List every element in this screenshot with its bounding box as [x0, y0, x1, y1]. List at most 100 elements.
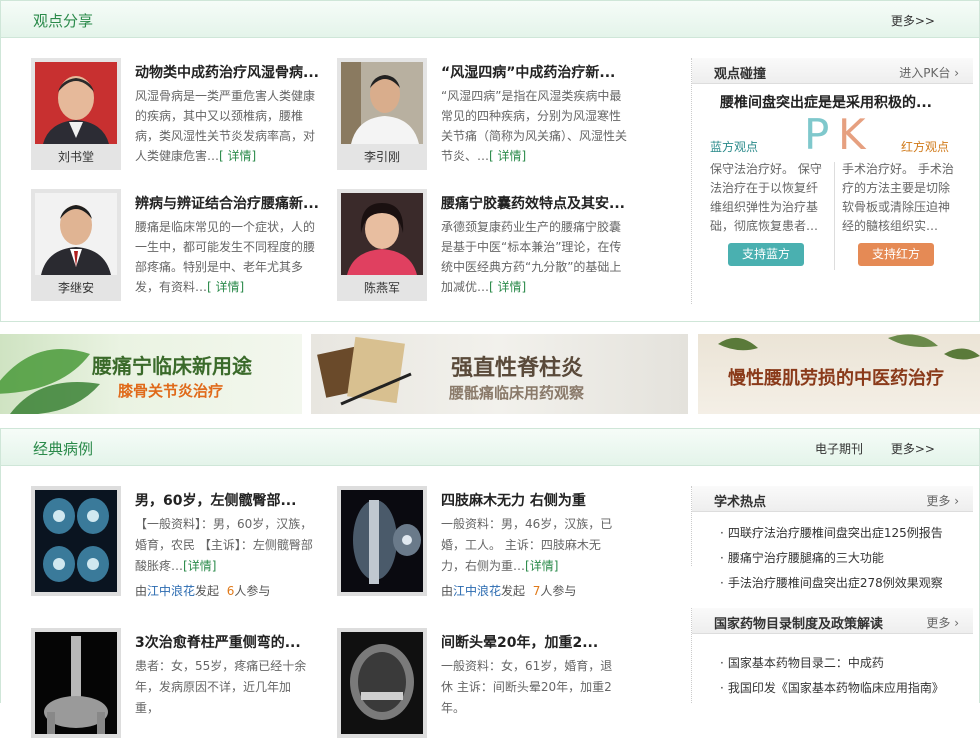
cases-section: 经典病例 电子期刊 更多>> 男，60岁，左侧髋臀部... 【一般资料】：男，6…: [0, 428, 980, 738]
card-summary: 承德颈复康药业生产的腰痛宁胶囊是基于中医“标本兼治”理论，在传统中医经典方药“九…: [441, 220, 622, 294]
banner-headline: 强直性脊柱炎: [451, 356, 584, 381]
case-summary: 【一般资料】：男，60岁，汉族，婚育，农民 【主诉】：左侧髋臀部酸胀疼…[详情]: [135, 517, 313, 573]
list-item[interactable]: 四联疗法治疗腰椎间盘突出症125例报告: [720, 524, 943, 549]
policy-header: 国家药物目录制度及政策解读 更多 ›: [692, 608, 973, 634]
detail-link[interactable]: [ 详情]: [489, 280, 526, 294]
viewpoint-header: 观点分享 更多>>: [1, 0, 979, 38]
list-item[interactable]: 国家基本药物目录二：中成药: [720, 654, 944, 679]
avatar[interactable]: 陈燕军: [337, 189, 427, 301]
portrait-image: [341, 62, 423, 144]
card-summary: “风湿四病”是指在风湿类疾病中最常见的四种疾病，分别为风湿寒性关节痛（简称为风关…: [441, 89, 628, 163]
hot-topics-title: 学术热点: [714, 495, 767, 510]
pk-question[interactable]: 腰椎间盘突出症是是采用积极的...: [720, 92, 970, 112]
case-item[interactable]: 间断头晕20年，加重2... 一般资料：女，61岁，婚育，退休 主诉：间断头晕2…: [337, 628, 637, 748]
list-item[interactable]: 手法治疗腰椎间盘突出症278例效果观察: [720, 574, 943, 599]
author-link[interactable]: 江中浪花: [453, 584, 501, 598]
policy-panel: 国家药物目录制度及政策解读 更多 › 国家基本药物目录二：中成药 我国印发《国家…: [691, 608, 973, 703]
card-title[interactable]: 动物类中成药治疗风湿骨病...: [135, 62, 335, 82]
viewpoint-card[interactable]: 李继安 辨病与辨证结合治疗腰痛新... 腰痛是临床常见的一个症状，人的一生中，都…: [31, 189, 331, 301]
portrait-image: [35, 193, 117, 275]
ejournal-link[interactable]: 电子期刊: [815, 440, 863, 457]
pk-k-letter: K: [838, 110, 866, 159]
pk-enter-link[interactable]: 进入PK台 ›: [899, 64, 959, 81]
red-side-argument: 手术治疗好。 手术治疗的方法主要是切除软骨板或清除压迫神经的髓核组织实…: [842, 162, 954, 233]
banner-headline: 慢性腰肌劳损的中医药治疗: [728, 368, 944, 389]
pk-title: 观点碰撞: [714, 67, 767, 82]
cases-title: 经典病例: [33, 440, 94, 458]
card-title[interactable]: “风湿四病”中成药治疗新...: [441, 62, 641, 82]
case-meta: 由江中浪花发起 7人参与: [441, 584, 577, 598]
case-title[interactable]: 男，60岁，左侧髋臀部...: [135, 490, 335, 510]
author-link[interactable]: 江中浪花: [147, 584, 195, 598]
hot-topics-more-link[interactable]: 更多 ›: [926, 492, 959, 509]
support-blue-button[interactable]: 支持蓝方: [728, 243, 804, 266]
viewpoint-section: 观点分享 更多>> 刘书堂 动物类中成药治疗风湿骨病... 风湿骨病是一类严重危…: [0, 0, 980, 322]
detail-link[interactable]: [ 详情]: [489, 149, 526, 163]
promo-banner[interactable]: 慢性腰肌劳损的中医药治疗: [698, 334, 980, 414]
viewpoint-card[interactable]: 刘书堂 动物类中成药治疗风湿骨病... 风湿骨病是一类严重危害人类健康的疾病，其…: [31, 58, 331, 170]
viewpoint-card[interactable]: 李引刚 “风湿四病”中成药治疗新... “风湿四病”是指在风湿类疾病中最常见的四…: [337, 58, 637, 170]
card-title[interactable]: 腰痛宁胶囊药效特点及其安...: [441, 193, 641, 213]
case-thumbnail[interactable]: [337, 486, 427, 596]
policy-title: 国家药物目录制度及政策解读: [714, 617, 884, 632]
case-title[interactable]: 间断头晕20年，加重2...: [441, 632, 641, 652]
case-item[interactable]: 男，60岁，左侧髋臀部... 【一般资料】：男，60岁，汉族，婚育，农民 【主诉…: [31, 486, 331, 606]
card-summary: 风湿骨病是一类严重危害人类健康的疾病，其中又以颈椎病，腰椎病，类风湿性关节炎发病…: [135, 89, 316, 163]
case-meta: 由江中浪花发起 6人参与: [135, 584, 271, 598]
viewpoint-card[interactable]: 陈燕军 腰痛宁胶囊药效特点及其安... 承德颈复康药业生产的腰痛宁胶囊是基于中医…: [337, 189, 637, 301]
cases-more-link[interactable]: 更多>>: [891, 440, 935, 457]
viewpoint-more-link[interactable]: 更多>>: [891, 12, 935, 29]
case-title[interactable]: 四肢麻木无力 右侧为重: [441, 490, 641, 510]
case-summary: 患者：女，55岁，疼痛已经十余年，发病原因不详，近几年加重，: [135, 659, 307, 715]
policy-more-link[interactable]: 更多 ›: [926, 614, 959, 631]
case-title[interactable]: 3次治愈脊柱严重侧弯的...: [135, 632, 335, 652]
banner-headline: 腰痛宁临床新用途: [92, 354, 252, 378]
banner-subline: 膝骨关节炎治疗: [118, 382, 224, 400]
pk-divider: [834, 162, 835, 270]
chevron-right-icon: ›: [954, 66, 959, 80]
ct-scan-image: [35, 490, 117, 592]
viewpoint-title: 观点分享: [33, 12, 94, 30]
detail-link[interactable]: [ 详情]: [219, 149, 256, 163]
case-thumbnail[interactable]: [31, 486, 121, 596]
pk-panel: 观点碰撞 进入PK台 › 腰椎间盘突出症是是采用积极的... P K 蓝方观点 …: [691, 58, 973, 304]
support-red-button[interactable]: 支持红方: [858, 243, 934, 266]
banner-subline: 腰骶痛临床用药观察: [449, 384, 585, 402]
expert-name: 李继安: [57, 281, 94, 295]
case-thumbnail[interactable]: [31, 628, 121, 738]
hot-topics-panel: 学术热点 更多 › 四联疗法治疗腰椎间盘突出症125例报告 腰痛宁治疗腰腿痛的三…: [691, 486, 973, 590]
case-item[interactable]: 3次治愈脊柱严重侧弯的... 患者：女，55岁，疼痛已经十余年，发病原因不详，近…: [31, 628, 331, 748]
chevron-right-icon: ›: [954, 616, 959, 630]
policy-list: 国家基本药物目录二：中成药 我国印发《国家基本药物临床应用指南》: [720, 654, 944, 704]
case-summary: 一般资料：女，61岁，婚育，退休 主诉：间断头晕20年，加重2年。: [441, 659, 613, 715]
expert-name: 李引刚: [363, 150, 400, 164]
mri-scan-image: [341, 490, 423, 592]
case-summary: 一般资料：男，46岁，汉族，已婚，工人。 主诉：四肢麻木无力，右侧为重…[详情]: [441, 517, 613, 573]
portrait-image: [35, 62, 117, 144]
chevron-right-icon: ›: [954, 494, 959, 508]
cases-header: 经典病例 电子期刊 更多>>: [1, 428, 979, 466]
red-side-label: 红方观点: [900, 140, 949, 154]
detail-link[interactable]: [ 详情]: [207, 280, 244, 294]
avatar[interactable]: 李继安: [31, 189, 121, 301]
promo-banner[interactable]: 强直性脊柱炎 腰骶痛临床用药观察: [311, 334, 688, 414]
pk-header: 观点碰撞 进入PK台 ›: [692, 58, 973, 84]
case-thumbnail[interactable]: [337, 628, 427, 738]
card-summary: 腰痛是临床常见的一个症状，人的一生中，都可能发生不同程度的腰部疼痛。特别是中、老…: [135, 220, 316, 294]
expert-name: 刘书堂: [57, 150, 94, 164]
avatar[interactable]: 李引刚: [337, 58, 427, 170]
xray-spine-image: [35, 632, 117, 734]
xray-skull-image: [341, 632, 423, 734]
detail-link[interactable]: [详情]: [183, 559, 216, 573]
avatar[interactable]: 刘书堂: [31, 58, 121, 170]
portrait-image: [341, 193, 423, 275]
case-item[interactable]: 四肢麻木无力 右侧为重 一般资料：男，46岁，汉族，已婚，工人。 主诉：四肢麻木…: [337, 486, 637, 606]
blue-side-label: 蓝方观点: [710, 140, 759, 154]
detail-link[interactable]: [详情]: [525, 559, 558, 573]
list-item[interactable]: 腰痛宁治疗腰腿痛的三大功能: [720, 549, 943, 574]
book-icon: [317, 336, 412, 406]
list-item[interactable]: 我国印发《国家基本药物临床应用指南》: [720, 679, 944, 704]
hot-topics-header: 学术热点 更多 ›: [692, 486, 973, 512]
promo-banner[interactable]: 腰痛宁临床新用途 膝骨关节炎治疗: [0, 334, 302, 414]
card-title[interactable]: 辨病与辨证结合治疗腰痛新...: [135, 193, 335, 213]
